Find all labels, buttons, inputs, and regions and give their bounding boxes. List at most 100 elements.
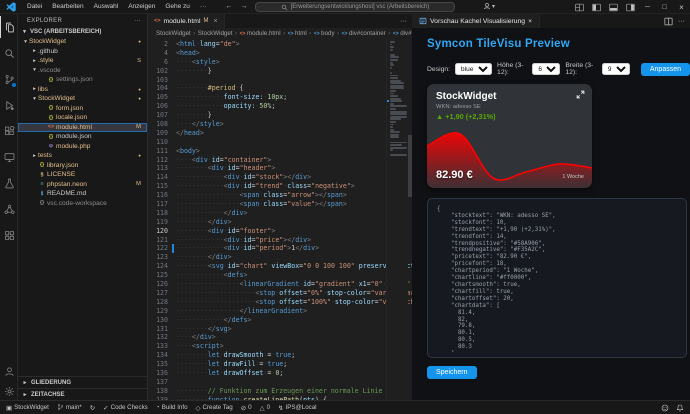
tab-close-icon[interactable]: × (213, 18, 217, 25)
save-button[interactable]: Speichern (427, 366, 477, 379)
status-remote-stockwidget[interactable]: ▣StockWidget (6, 404, 49, 412)
tree-item-locale-json[interactable]: {}locale.json (18, 113, 147, 123)
code-line-135[interactable]: 135········let·drawFill·=·true; (148, 360, 386, 369)
code-line-105[interactable]: 105············font-size:·10px; (148, 93, 386, 102)
breadcrumb-item[interactable]: div#container (349, 30, 386, 37)
code-line-2[interactable]: 2<html·lang="de"> (148, 40, 386, 49)
tree-item-module-json[interactable]: {}module.json (18, 132, 147, 142)
code-line-134[interactable]: 134········let·drawSmooth·=·true; (148, 351, 386, 360)
code-line-113[interactable]: 113········<div·id="header"> (148, 164, 386, 173)
toggle-secondary-sidebar-icon[interactable] (622, 0, 639, 14)
tree-item--style[interactable]: ▸.styleS (18, 56, 147, 66)
width-select[interactable]: 9 (602, 63, 630, 75)
tree-item-vsc-code-workspace[interactable]: {}vsc.code-workspace (18, 199, 147, 209)
tree-item--vscode[interactable]: ▾.vscode (18, 66, 147, 76)
code-line-128[interactable]: 128····················<stop·offset="100… (148, 298, 386, 307)
customize-layout-icon[interactable] (571, 0, 588, 14)
code-line-119[interactable]: 119········</div> (148, 218, 386, 227)
explorer-icon[interactable] (0, 16, 18, 38)
maximize-button[interactable]: □ (656, 0, 673, 14)
tree-item-libs[interactable]: ▸libs● (18, 85, 147, 95)
code-line-126[interactable]: 126················<linearGradient·id="g… (148, 280, 386, 289)
tree-item-tests[interactable]: ▸tests● (18, 151, 147, 161)
code-line-123[interactable]: 123········</div> (148, 253, 386, 262)
tree-item--github[interactable]: ▸.github (18, 47, 147, 57)
tree-item-settings-json[interactable]: {}settings.json (18, 75, 147, 85)
bell-icon[interactable] (676, 404, 684, 412)
code-line-138[interactable]: 138········// Funktion zum Erzeugen eine… (148, 387, 386, 396)
code-line-104[interactable]: 104········#period·{ (148, 84, 386, 93)
outline-section[interactable]: ▸ GLIEDERUNG (18, 376, 147, 388)
code-line-132[interactable]: 132····</div> (148, 333, 386, 342)
menu-anzeigen[interactable]: Anzeigen (123, 3, 160, 10)
account-icon[interactable] (0, 360, 18, 382)
code-line-107[interactable]: 107········} (148, 111, 386, 120)
menu-auswahl[interactable]: Auswahl (89, 3, 124, 10)
split-editor-icon[interactable] (664, 17, 673, 26)
custom-grid-icon[interactable] (0, 224, 18, 246)
stock-widget-card[interactable]: StockWidget WKN: adesso SE ▲ +1,90 (+2,3… (427, 84, 592, 188)
testing-icon[interactable] (0, 172, 18, 194)
tree-item-module-php[interactable]: φmodule.php (18, 142, 147, 152)
tab-vorschau-kachel[interactable]: Vorschau Kachel Visualisierung × (412, 14, 540, 28)
tree-item-stockwidget[interactable]: ▾StockWidget● (18, 37, 147, 47)
menu-gehe-zu[interactable]: Gehe zu (160, 3, 195, 10)
code-line-129[interactable]: 129················</linearGradient> (148, 307, 386, 316)
code-line-133[interactable]: 133····<script> (148, 342, 386, 351)
tree-item-license[interactable]: §LICENSE (18, 170, 147, 180)
tab-module-html[interactable]: <> module.html M × (148, 14, 225, 28)
code-line-124[interactable]: 124········<svg·id="chart"·viewBox="0 0 … (148, 262, 386, 271)
code-line-122[interactable]: 122············<div·id="period">1</div> (148, 244, 386, 253)
status-warnings-0[interactable]: △0 (260, 404, 270, 412)
minimize-button[interactable]: ─ (639, 0, 656, 14)
code-line-102[interactable]: 102········} (148, 67, 386, 76)
timeline-section[interactable]: ▸ ZEITACHSE (18, 388, 147, 400)
code-line-116[interactable]: 116················<span·class="arrow"><… (148, 191, 386, 200)
source-control-icon[interactable] (0, 68, 18, 90)
code-line-131[interactable]: 131········</svg> (148, 325, 386, 334)
apply-button[interactable]: Anpassen (641, 63, 690, 76)
code-line-127[interactable]: 127····················<stop·offset="0%"… (148, 289, 386, 298)
tree-item-form-json[interactable]: {}form.json (18, 104, 147, 114)
height-select[interactable]: 6 (532, 63, 560, 75)
tree-item-readme-md[interactable]: ℹREADME.md (18, 189, 147, 199)
breadcrumb-item[interactable]: StockWidget (156, 30, 191, 37)
expand-icon[interactable] (576, 90, 585, 99)
tree-item-stockwidget[interactable]: ▾StockWidget● (18, 94, 147, 104)
references-icon[interactable] (0, 198, 18, 220)
breadcrumb-item[interactable]: module.html (247, 30, 281, 37)
code-line-111[interactable]: 111<body> (148, 147, 386, 156)
nav-back-icon[interactable]: ← (225, 3, 232, 10)
tree-item-library-json[interactable]: {}library.json (18, 161, 147, 171)
panel-actions-more[interactable]: ··· (678, 18, 685, 25)
code-line-121[interactable]: 121············<div·id="price"></div> (148, 236, 386, 245)
menu-datei[interactable]: Datei (22, 3, 47, 10)
settings-gear-icon[interactable] (0, 380, 18, 402)
tab-close-icon[interactable]: × (528, 18, 532, 25)
code-line-130[interactable]: 130············</defs> (148, 316, 386, 325)
status-branch-main-[interactable]: main* (57, 403, 82, 412)
code-line-125[interactable]: 125············<defs> (148, 271, 386, 280)
breadcrumb-item[interactable]: body (321, 30, 334, 37)
code-line-117[interactable]: 117················<span·class="value"><… (148, 200, 386, 209)
extensions-icon[interactable] (0, 120, 18, 142)
status-history-build-info[interactable]: ◔Build Info (156, 404, 188, 411)
code-line-120[interactable]: 120········<div·id="footer"> (148, 227, 386, 236)
code-editor[interactable]: 2<html·lang="de">4<head>6····<style>102·… (148, 39, 412, 400)
tree-item-phpstan-neon[interactable]: ≡phpstan.neonM (18, 180, 147, 190)
code-line-137[interactable]: 137 (148, 378, 386, 387)
breadcrumb[interactable]: StockWidget›StockWidget›<>module.html›<>… (148, 28, 412, 39)
search-icon[interactable] (0, 42, 18, 64)
breadcrumb-item[interactable]: div#footer (400, 30, 412, 37)
code-line-106[interactable]: 106············opacity:·50%; (148, 102, 386, 111)
status-errors-0[interactable]: ⊘0 (241, 404, 252, 412)
editor-actions-more[interactable]: ··· (400, 18, 407, 25)
code-line-110[interactable]: 110 (148, 138, 386, 147)
profile-button[interactable]: ▾ (483, 2, 495, 10)
breadcrumb-item[interactable]: StockWidget (198, 30, 233, 37)
workspace-root[interactable]: ▾ VSC (ARBEITSBEREICH) (18, 27, 147, 37)
nav-forward-icon[interactable]: → (240, 3, 247, 10)
status-tag-create-tag[interactable]: ◇Create Tag (196, 404, 233, 412)
code-line-118[interactable]: 118············</div> (148, 209, 386, 218)
code-line-115[interactable]: 115············<div·id="trend"·class="ne… (148, 182, 386, 191)
